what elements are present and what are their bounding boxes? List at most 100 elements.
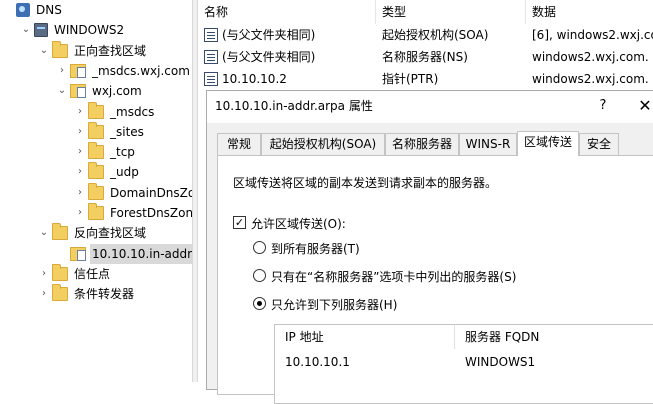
tree-node-server[interactable]: ⌄ WINDOWS2 [20,20,126,40]
chevron-right-icon[interactable]: › [74,183,86,203]
tree-node-forward-zones[interactable]: ⌄ 正向查找区域 [38,40,148,61]
tree-node-trust-points[interactable]: › 信任点 [38,263,112,284]
tab-general[interactable]: 常规 [217,133,261,155]
folder-icon [88,203,104,220]
tree-node-label: 条件转发器 [74,287,135,302]
tree-node-forestdnszones[interactable]: › ForestDnsZones [74,203,192,223]
allow-zone-transfer-label: 允许区域传送(O): [251,217,346,231]
tree-node-sites[interactable]: › _sites [74,121,146,142]
record-row[interactable]: (与父文件夹相同) 名称服务器(NS) windows2.wxj.com. [198,46,653,68]
record-row[interactable]: 10.10.10.2 指针(PTR) windows2.wxj.com. [198,68,653,90]
record-name: 10.10.10.2 [222,72,287,86]
record-data: windows2.wxj.com. [532,72,649,86]
tree-node-label: wxj.com [92,84,142,99]
record-data: [6], windows2.wxj.com [532,28,653,42]
column-header-data[interactable]: 数据 [526,0,653,24]
tree-node-label: _tcp [110,145,135,160]
tree-node-dns[interactable]: DNS [2,0,64,20]
zone-transfer-description: 区域传送将区域的副本发送到请求副本的服务器。 [233,176,498,190]
radio-following-servers-label: 只允许到下列服务器(H) [271,298,398,312]
tree-node-label: DNS [36,3,62,17]
tab-security[interactable]: 安全 [579,133,619,155]
chevron-right-icon[interactable]: › [74,162,86,182]
tree-node-wxj-zone[interactable]: ⌄ wxj.com [56,81,144,101]
chevron-right-icon[interactable]: › [74,203,86,223]
tree-node-label: _udp [110,165,139,180]
properties-dialog: 10.10.10.in-addr.arpa 属性 ? ✕ 常规 起始授权机构(S… [206,90,653,404]
folder-icon [88,162,104,180]
record-icon [204,28,218,42]
column-header-fqdn[interactable]: 服务器 FQDN [455,325,653,349]
chevron-right-icon[interactable]: › [74,102,86,122]
tree-node-msdcs-zone[interactable]: › _msdcs.wxj.com [56,61,192,81]
tree-node-label: _msdcs [110,104,155,119]
tab-soa[interactable]: 起始授权机构(SOA) [261,133,385,155]
radio-following-servers[interactable] [253,297,266,310]
chevron-down-icon[interactable]: ⌄ [38,41,50,61]
zone-transfers-panel: 区域传送将区域的副本发送到请求副本的服务器。 ✓ 允许区域传送(O): 到所有服… [217,155,653,404]
tree-node-label: 反向查找区域 [74,226,147,241]
dns-icon [16,3,30,17]
folder-icon [88,142,104,160]
column-header-name[interactable]: 名称 [198,0,376,24]
tree-node-domaindnszones[interactable]: › DomainDnsZone [74,182,192,203]
folder-icon [52,284,68,302]
folder-icon [52,263,68,281]
zone-icon [70,246,86,261]
record-icon [204,50,218,64]
zone-icon [70,84,86,99]
tab-wins-r[interactable]: WINS-R [459,133,517,155]
column-header-ip[interactable]: IP 地址 [275,325,455,349]
radio-all-servers-label: 到所有服务器(T) [271,242,360,256]
dialog-titlebar[interactable]: 10.10.10.in-addr.arpa 属性 ? ✕ [207,91,653,123]
help-button[interactable]: ? [591,91,615,121]
tree-node-label: WINDOWS2 [54,23,125,38]
folder-icon [52,40,68,58]
tree-node-label: 正向查找区域 [74,43,147,58]
chevron-down-icon[interactable]: ⌄ [20,20,32,40]
allow-zone-transfer-checkbox[interactable]: ✓ [233,216,246,229]
record-type: 起始授权机构(SOA) [382,28,489,42]
record-list: 名称 类型 数据 (与父文件夹相同) 起始授权机构(SOA) [6], wind… [198,0,653,96]
folder-icon [88,121,104,139]
column-header-type[interactable]: 类型 [376,0,526,24]
tree-node-label: ForestDnsZones [110,206,192,220]
record-type: 名称服务器(NS) [382,50,468,64]
server-list-table: IP 地址 服务器 FQDN 10.10.10.1 WINDOWS1 [274,324,653,404]
chevron-right-icon[interactable]: › [56,61,68,81]
record-icon [204,72,218,86]
radio-all-servers[interactable] [253,241,266,254]
chevron-down-icon[interactable]: ⌄ [56,81,68,101]
server-fqdn[interactable]: WINDOWS1 [455,351,653,373]
tree-node-tcp[interactable]: › _tcp [74,142,137,162]
tree-node-label: 10.10.10.in-addr.arp [90,243,192,264]
tree-node-reverse-zones[interactable]: ⌄ 反向查找区域 [38,223,148,243]
tree-node-forwarders[interactable]: › 条件转发器 [38,284,136,304]
tree-node-label: _sites [110,124,144,139]
tree-node-msdcs[interactable]: › _msdcs [74,101,156,122]
tree-node-udp[interactable]: › _udp [74,162,141,182]
tab-name-servers[interactable]: 名称服务器 [385,133,459,155]
chevron-down-icon[interactable]: ⌄ [38,223,50,243]
tree-node-reverse-zone[interactable]: 10.10.10.in-addr.arp [56,243,192,264]
zone-icon [70,63,86,78]
radio-name-servers-only[interactable] [253,269,266,282]
chevron-right-icon[interactable]: › [38,284,50,304]
close-button[interactable]: ✕ [633,91,653,121]
chevron-right-icon[interactable]: › [74,122,86,142]
chevron-right-icon[interactable]: › [38,264,50,284]
record-row[interactable]: (与父文件夹相同) 起始授权机构(SOA) [6], windows2.wxj.… [198,24,653,46]
server-icon [34,23,48,38]
record-type: 指针(PTR) [382,72,439,86]
tree-node-label: DomainDnsZone [110,185,192,200]
radio-name-servers-only-label: 只有在“名称服务器”选项卡中列出的服务器(S) [271,270,517,284]
dialog-title: 10.10.10.in-addr.arpa 属性 [215,99,373,113]
chevron-right-icon[interactable]: › [74,142,86,162]
tab-zone-transfers[interactable]: 区域传送 [517,131,579,156]
folder-icon [52,223,68,241]
server-ip[interactable]: 10.10.10.1 [275,351,455,373]
tree-node-label: 信任点 [74,266,111,281]
tree-node-label: _msdcs.wxj.com [92,63,190,78]
